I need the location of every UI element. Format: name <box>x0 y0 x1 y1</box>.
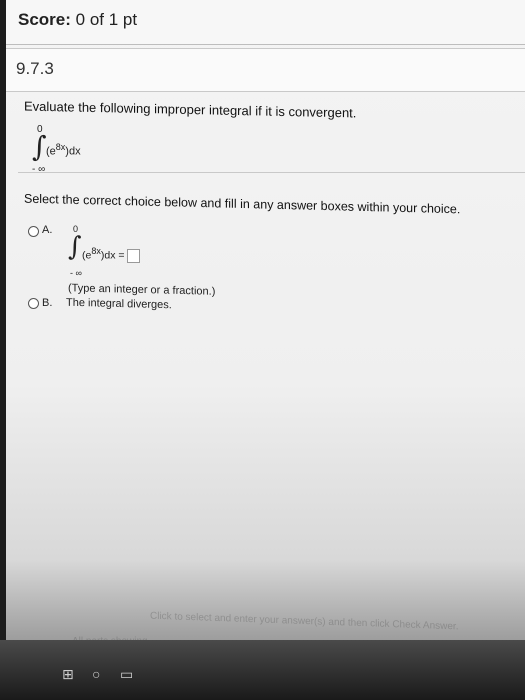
score-value: 0 of 1 pt <box>75 10 138 29</box>
choice-b-text: The integral diverges. <box>66 296 172 312</box>
choice-a-radio[interactable] <box>28 226 39 237</box>
screen: Score: 0 of 1 pt 9.7.3 Evaluate the foll… <box>0 0 525 700</box>
question-id: 9.7.3 <box>16 59 54 78</box>
section-divider <box>18 172 525 173</box>
choice-a-exponent: 8x <box>91 246 101 256</box>
score-bar: Score: 0 of 1 pt <box>6 0 525 45</box>
choice-a-hint: (Type an integer or a fraction.) <box>68 282 216 298</box>
choice-b-radio[interactable] <box>28 298 39 309</box>
choice-b-label[interactable]: B. <box>42 297 52 309</box>
integrand-exponent: 8x <box>55 142 66 152</box>
score-label: Score: <box>18 10 71 29</box>
integral-sign-icon: ∫ <box>32 130 47 163</box>
question-prompt: Evaluate the following improper integral… <box>24 98 357 121</box>
integral-lower-limit: - ∞ <box>32 164 46 175</box>
windows-start-icon[interactable]: ⊞ <box>62 666 74 683</box>
choice-a-integrand: (e8x)dx = <box>82 246 141 263</box>
footer-instruction: Click to select and enter your answer(s)… <box>150 610 459 633</box>
choice-a-integrand-close: )dx = <box>100 249 125 262</box>
choice-a-label[interactable]: A. <box>42 224 52 236</box>
problem-integral: 0 ∫ (e8x)dx - ∞ <box>32 124 152 175</box>
taskbar: ⊞ ○ ▭ <box>0 640 525 700</box>
integral-integrand: (e8x)dx <box>46 142 81 158</box>
integrand-open: (e <box>46 145 56 158</box>
answer-input-box[interactable] <box>127 248 141 263</box>
search-icon[interactable]: ○ <box>92 666 100 682</box>
choice-a-lower-limit: - ∞ <box>70 268 82 278</box>
choice-a-integrand-open: (e <box>82 249 92 262</box>
question-id-bar: 9.7.3 <box>6 48 525 92</box>
choice-a-integral-sign-icon: ∫ <box>68 232 82 262</box>
question-content: Evaluate the following improper integral… <box>6 92 525 612</box>
choice-a-integral: 0 ∫ (e8x)dx = - ∞ <box>68 224 178 278</box>
score-text: Score: 0 of 1 pt <box>18 10 137 30</box>
instruction-text: Select the correct choice below and fill… <box>24 191 461 217</box>
integrand-close: )dx <box>65 145 81 158</box>
task-view-icon[interactable]: ▭ <box>120 666 133 683</box>
